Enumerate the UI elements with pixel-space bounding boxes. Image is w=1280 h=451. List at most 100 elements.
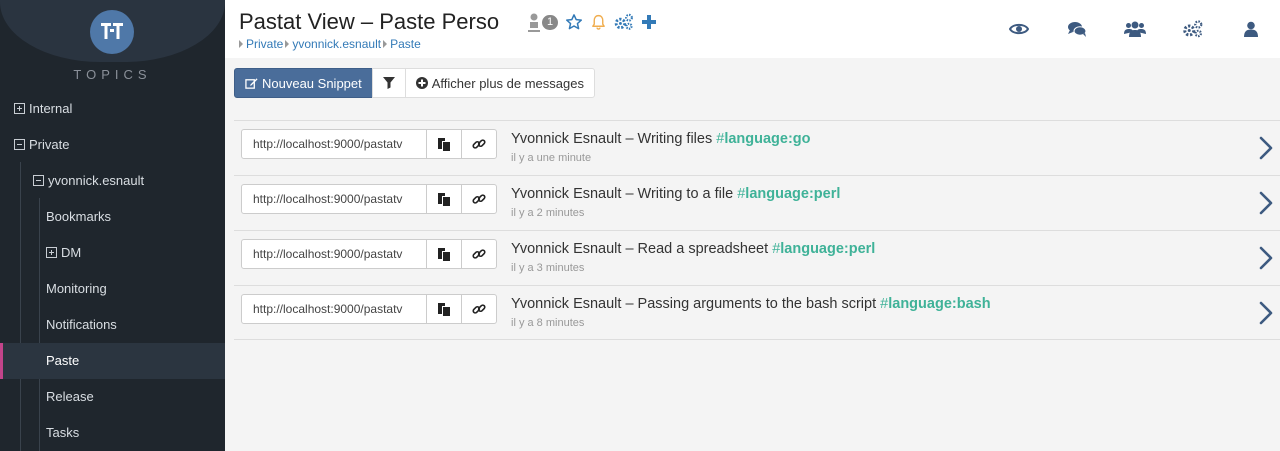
link-button[interactable] [461,239,497,269]
chevron-right-icon[interactable] [1258,136,1274,160]
message-title[interactable]: Yvonnick Esnault – Read a spreadsheet #l… [511,241,875,257]
copy-icon [438,303,450,316]
user-icon [1244,21,1258,37]
header: Pastat View – Paste Perso 1 Private yvon… [225,0,1280,58]
sidebar-item-user[interactable]: yvonnick.esnault [0,163,225,199]
sidebar-item-label: Paste [46,353,80,368]
plus-circle-icon [415,77,428,89]
message-row: Yvonnick Esnault – Writing to a file #la… [234,175,1280,230]
cogs-icon [1183,20,1203,38]
message-title[interactable]: Yvonnick Esnault – Passing arguments to … [511,296,991,312]
breadcrumb-item[interactable]: Private [246,37,283,51]
star-button[interactable] [565,13,583,31]
logo[interactable] [90,10,134,54]
copy-button[interactable] [426,294,462,324]
message-row: Yvonnick Esnault – Passing arguments to … [234,285,1280,340]
sidebar-item-monitoring[interactable]: Monitoring [0,271,225,307]
sidebar-item-label: yvonnick.esnault [48,173,145,188]
collapse-icon[interactable] [33,175,44,186]
groups-button[interactable] [1106,0,1164,58]
sidebar-item-label: Notifications [46,317,117,332]
message-title[interactable]: Yvonnick Esnault – Writing to a file #la… [511,186,840,202]
link-icon [472,249,486,259]
sidebar-item-release[interactable]: Release [0,379,225,415]
chevron-right-icon[interactable] [1258,191,1274,215]
members-button[interactable]: 1 [527,12,559,32]
user-menu-button[interactable] [1222,0,1280,58]
star-icon [566,14,583,30]
user-icon [528,13,540,32]
message-text: Yvonnick Esnault – Writing files [511,131,713,147]
breadcrumb-item[interactable]: Paste [390,37,421,51]
sidebar-item-bookmarks[interactable]: Bookmarks [0,199,225,235]
paste-url-input[interactable] [241,294,428,324]
message-list: Yvonnick Esnault – Writing files #langua… [234,120,1280,340]
message-text: Yvonnick Esnault – Passing arguments to … [511,296,877,312]
message-text: Yvonnick Esnault – Writing to a file [511,186,734,202]
brand-text: TOPICS [73,67,152,82]
sidebar-item-label: Monitoring [46,281,107,296]
tag-label: language:bash [888,296,991,312]
message-tag[interactable]: #language:go [716,131,810,147]
copy-button[interactable] [426,239,462,269]
message-tag[interactable]: #language:perl [772,241,875,257]
sidebar-item-tasks[interactable]: Tasks [0,415,225,451]
message-time: il y a une minute [511,152,592,164]
sidebar-item-label: Private [29,137,70,152]
breadcrumb: Private yvonnick.esnault Paste [237,37,421,51]
more-messages-button[interactable]: Afficher plus de messages [404,68,595,98]
message-time: il y a 3 minutes [511,262,585,274]
sidebar-item-notifications[interactable]: Notifications [0,307,225,343]
message-title[interactable]: Yvonnick Esnault – Writing files #langua… [511,131,811,147]
title-actions: 1 [527,12,657,32]
add-button[interactable] [641,14,657,30]
notify-button[interactable] [590,13,607,31]
caret-right-icon [239,40,243,48]
filter-icon [382,77,395,89]
user-count-badge: 1 [542,14,559,30]
watchers-button[interactable] [990,0,1048,58]
filter-button[interactable] [371,68,406,98]
tag-label: language:perl [745,186,841,202]
link-button[interactable] [461,294,497,324]
sidebar-item-dm[interactable]: DM [0,235,225,271]
admin-button[interactable] [1164,0,1222,58]
collapse-icon[interactable] [14,139,25,150]
page-title: Pastat View – Paste Perso [239,9,500,34]
link-icon [472,139,486,149]
caret-right-icon [285,40,290,48]
breadcrumb-item[interactable]: yvonnick.esnault [292,37,381,51]
sidebar-item-paste[interactable]: Paste [0,343,225,379]
paste-url-input[interactable] [241,184,428,214]
copy-icon [438,193,450,206]
copy-icon [438,138,450,151]
sidebar-item-private[interactable]: Private [0,127,225,163]
settings-icon [614,13,634,30]
chevron-right-icon[interactable] [1258,246,1274,270]
expand-icon[interactable] [14,103,25,114]
copy-button[interactable] [426,184,462,214]
tag-label: language:go [724,131,811,147]
sidebar-item-label: Tasks [46,425,80,440]
link-button[interactable] [461,184,497,214]
paste-url-input[interactable] [241,239,428,269]
topic-settings-button[interactable] [614,13,634,31]
plus-icon [642,15,657,29]
messages-nav-button[interactable] [1048,0,1106,58]
copy-button[interactable] [426,129,462,159]
link-icon [472,304,486,314]
paste-url-input[interactable] [241,129,428,159]
message-text: Yvonnick Esnault – Read a spreadsheet [511,241,769,257]
message-tag[interactable]: #language:bash [880,296,990,312]
sidebar-item-label: DM [61,245,82,260]
new-snippet-button[interactable]: Nouveau Snippet [234,68,373,98]
link-button[interactable] [461,129,497,159]
sidebar-item-internal[interactable]: Internal [0,91,225,127]
chevron-right-icon[interactable] [1258,301,1274,325]
sidebar-item-label: Bookmarks [46,209,112,224]
expand-icon[interactable] [46,247,57,258]
more-messages-label: Afficher plus de messages [431,75,584,91]
edit-icon [245,77,258,89]
message-tag[interactable]: #language:perl [737,186,840,202]
tag-label: language:perl [780,241,876,257]
